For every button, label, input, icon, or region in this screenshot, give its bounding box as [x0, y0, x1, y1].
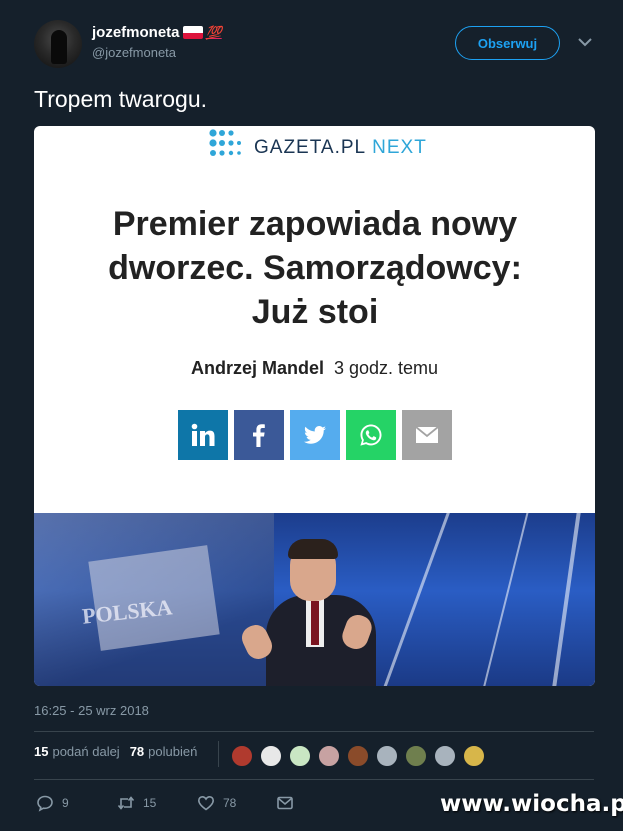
- display-name-text[interactable]: jozefmoneta: [92, 24, 180, 41]
- facebook-icon: [253, 424, 265, 447]
- tweet-header: jozefmoneta 💯 @jozefmoneta Obserwuj: [34, 20, 604, 72]
- liker-avatar[interactable]: [317, 744, 341, 768]
- reply-icon: [37, 795, 53, 812]
- liker-avatar[interactable]: [375, 744, 399, 768]
- retweets-count[interactable]: 15: [34, 744, 48, 759]
- user-handle[interactable]: @jozefmoneta: [92, 45, 222, 60]
- retweet-count: 15: [143, 796, 157, 810]
- like-count: 78: [223, 796, 237, 810]
- retweets-label[interactable]: podań dalej: [52, 744, 119, 759]
- direct-message-action[interactable]: [276, 794, 294, 812]
- divider: [34, 779, 594, 780]
- share-facebook-button[interactable]: [234, 410, 284, 460]
- linkedin-icon: [191, 423, 215, 446]
- share-whatsapp-button[interactable]: [346, 410, 396, 460]
- article-image[interactable]: POLSKA: [34, 513, 595, 686]
- tweet-timestamp[interactable]: 16:25 - 25 wrz 2018: [34, 703, 149, 718]
- watermark: www.wiocha.pl: [440, 791, 623, 817]
- article-byline: Andrzej Mandel 3 godz. temu: [34, 358, 595, 379]
- poland-flag-icon: [182, 26, 203, 39]
- stats-separator: [218, 741, 219, 767]
- retweet-action[interactable]: 15: [117, 794, 156, 812]
- gazeta-logo-icon: [209, 129, 241, 156]
- email-icon: [415, 426, 439, 443]
- tweet-stats: 15 podań dalej 78 polubień: [34, 744, 197, 759]
- headline-line[interactable]: Już stoi: [50, 290, 580, 334]
- envelope-icon: [277, 796, 293, 810]
- reply-count: 9: [62, 796, 69, 810]
- likes-stat[interactable]: 78 polubień: [130, 744, 198, 759]
- liker-avatar[interactable]: [288, 744, 312, 768]
- light-streak: [548, 513, 584, 686]
- whatsapp-icon: [360, 424, 382, 446]
- display-name[interactable]: jozefmoneta 💯: [92, 24, 222, 41]
- liker-avatar[interactable]: [404, 744, 428, 768]
- article-author: Andrzej Mandel: [190, 358, 324, 378]
- tweet-text: Tropem twarogu.: [34, 86, 207, 112]
- hundred-emoji-icon: 💯: [205, 24, 222, 40]
- light-streak: [477, 513, 533, 686]
- share-linkedin-button[interactable]: [178, 410, 228, 460]
- liker-avatar[interactable]: [462, 744, 486, 768]
- twitter-icon: [304, 426, 326, 444]
- logo-main-text: GAZETA.PL: [254, 137, 367, 158]
- headline-line[interactable]: Premier zapowiada nowy: [50, 202, 580, 246]
- speaker-tie: [311, 601, 319, 645]
- heart-icon: [197, 795, 215, 811]
- liker-avatar[interactable]: [346, 744, 370, 768]
- speaker-hair: [288, 539, 338, 559]
- reply-action[interactable]: 9: [36, 794, 69, 812]
- chevron-down-icon[interactable]: [577, 34, 593, 50]
- retweet-icon: [117, 796, 135, 810]
- likes-label[interactable]: polubień: [148, 744, 197, 759]
- likes-count[interactable]: 78: [130, 744, 144, 759]
- liker-avatar[interactable]: [433, 744, 457, 768]
- logo-next-text: NEXT: [372, 137, 427, 158]
- liker-avatar[interactable]: [230, 744, 254, 768]
- share-twitter-button[interactable]: [290, 410, 340, 460]
- gazeta-logo: GAZETA.PL NEXT: [254, 137, 427, 159]
- follow-button[interactable]: Obserwuj: [455, 26, 560, 60]
- divider: [34, 731, 594, 732]
- light-streak: [376, 513, 455, 686]
- like-action[interactable]: 78: [197, 794, 236, 812]
- avatar[interactable]: [34, 20, 82, 68]
- article-time: 3 godz. temu: [333, 358, 439, 378]
- retweets-stat[interactable]: 15 podań dalej: [34, 744, 120, 759]
- article-headline[interactable]: Premier zapowiada nowy dworzec. Samorząd…: [50, 202, 580, 334]
- user-info[interactable]: jozefmoneta 💯 @jozefmoneta: [92, 24, 222, 60]
- share-email-button[interactable]: [402, 410, 452, 460]
- headline-line[interactable]: dworzec. Samorządowcy:: [50, 246, 580, 290]
- liker-avatar[interactable]: [259, 744, 283, 768]
